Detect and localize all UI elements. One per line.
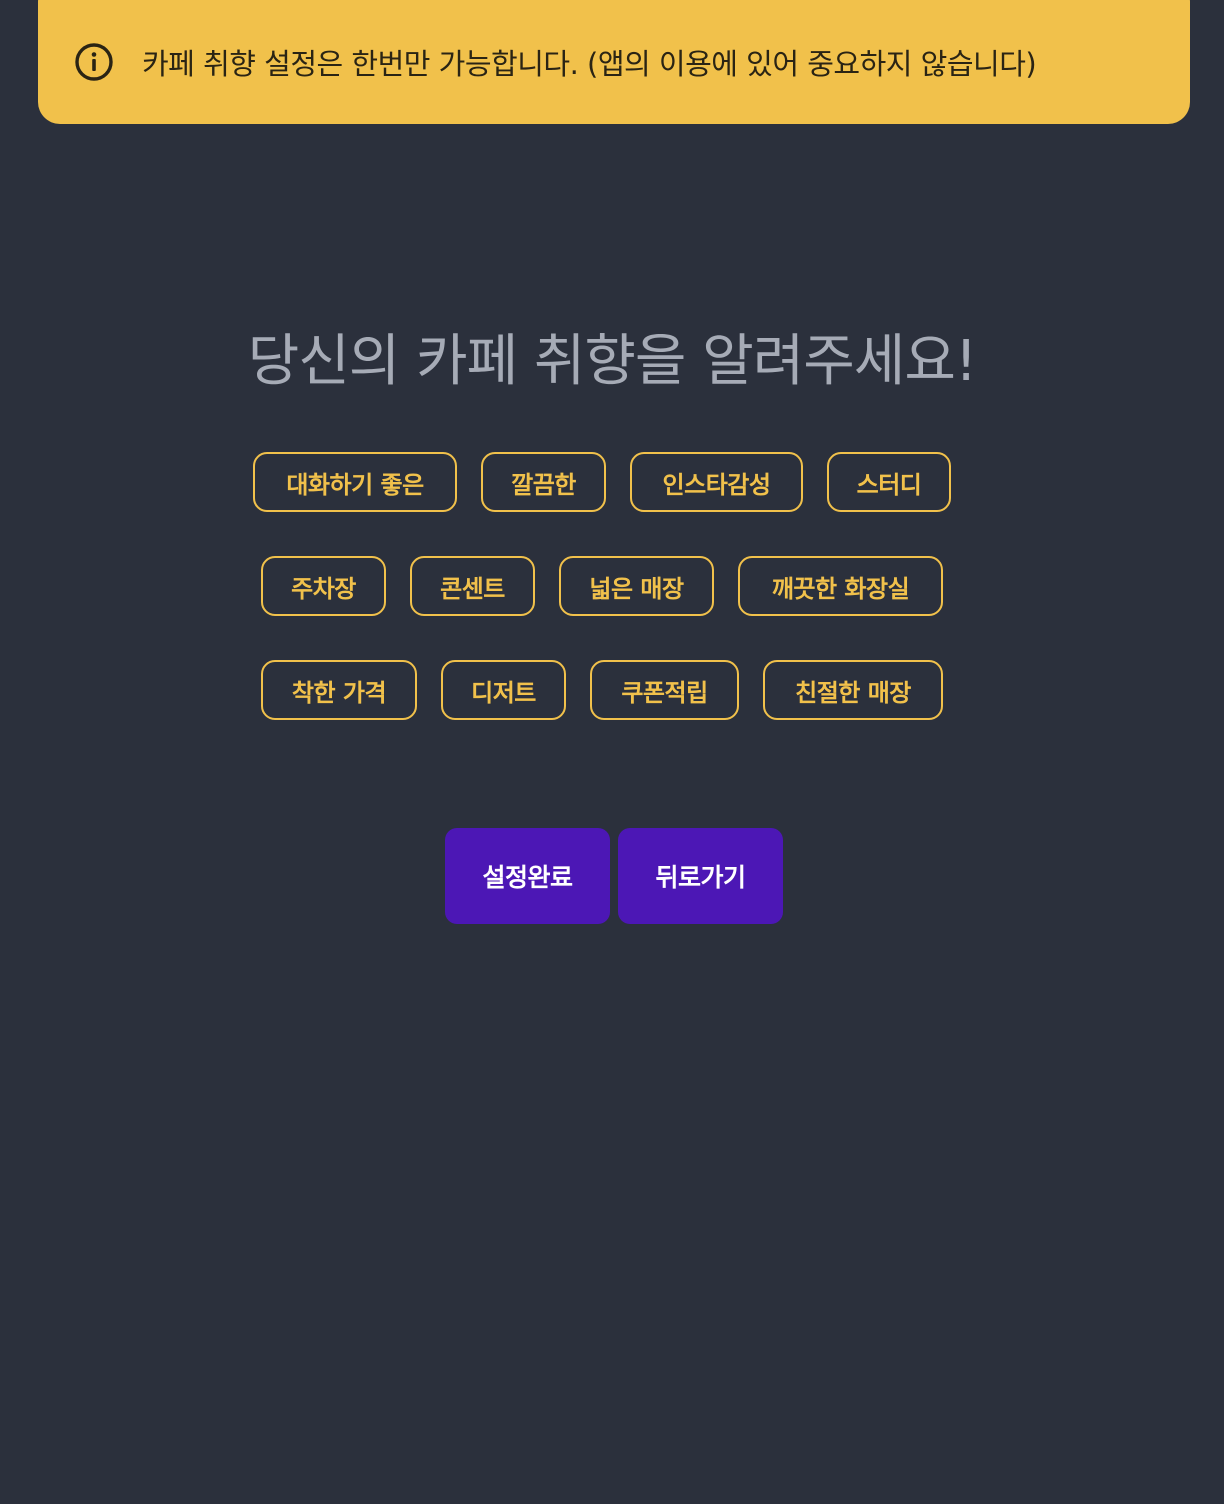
alert-message: 카페 취향 설정은 한번만 가능합니다. (앱의 이용에 있어 중요하지 않습니… (142, 47, 1037, 81)
tag-label: 착한 가격 (291, 678, 387, 707)
tag-label: 쿠폰적립 (621, 678, 708, 707)
button-label: 뒤로가기 (655, 863, 746, 892)
tag-label: 주차장 (291, 574, 356, 603)
tag-clean-restroom[interactable]: 깨끗한 화장실 (738, 556, 943, 616)
tag-parking[interactable]: 주차장 (261, 556, 386, 616)
tag-dessert[interactable]: 디저트 (441, 660, 566, 720)
page-title: 당신의 카페 취향을 알려주세요! (247, 329, 978, 394)
tag-label: 콘센트 (440, 574, 505, 603)
tag-label: 스터디 (856, 470, 922, 499)
tag-friendly-store[interactable]: 친절한 매장 (763, 660, 943, 720)
tag-label: 인스타감성 (662, 470, 771, 499)
info-alert-banner: 카페 취향 설정은 한번만 가능합니다. (앱의 이용에 있어 중요하지 않습니… (38, 0, 1190, 124)
tag-label: 깨끗한 화장실 (771, 574, 910, 603)
alert-content: 카페 취향 설정은 한번만 가능합니다. (앱의 이용에 있어 중요하지 않습니… (74, 30, 1037, 94)
tag-label: 디저트 (471, 678, 536, 707)
tag-study[interactable]: 스터디 (827, 452, 951, 512)
tag-conversation[interactable]: 대화하기 좋은 (253, 452, 457, 512)
tag-label: 깔끔한 (511, 470, 576, 499)
tag-instagram-vibe[interactable]: 인스타감성 (630, 452, 803, 512)
back-button[interactable]: 뒤로가기 (618, 828, 783, 924)
tag-spacious-store[interactable]: 넓은 매장 (559, 556, 714, 616)
tag-coupon-stamps[interactable]: 쿠폰적립 (590, 660, 739, 720)
complete-settings-button[interactable]: 설정완료 (445, 828, 610, 924)
tag-label: 대화하기 좋은 (286, 470, 424, 499)
tag-outlet[interactable]: 콘센트 (410, 556, 535, 616)
tag-label: 넓은 매장 (589, 574, 684, 603)
button-label: 설정완료 (482, 863, 573, 892)
tag-label: 친절한 매장 (795, 678, 911, 707)
tag-good-price[interactable]: 착한 가격 (261, 660, 417, 720)
info-circle-icon (74, 42, 114, 82)
tag-neat[interactable]: 깔끔한 (481, 452, 606, 512)
